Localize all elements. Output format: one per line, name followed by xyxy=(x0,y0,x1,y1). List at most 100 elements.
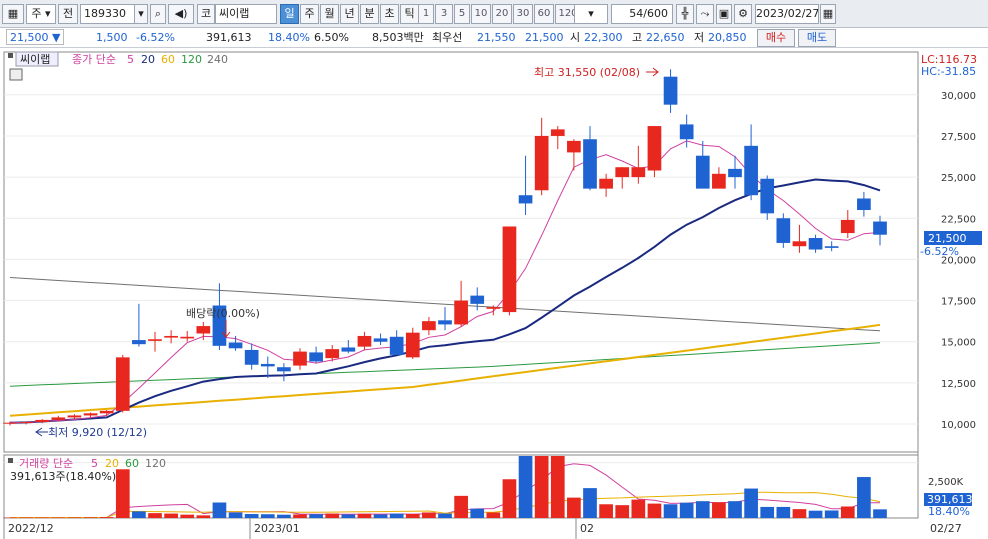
price-panel-frame xyxy=(3,51,919,453)
volume-bar xyxy=(212,502,227,518)
candle-body xyxy=(148,339,162,341)
interval-tab-4[interactable]: 20 xyxy=(492,4,512,24)
candle-body xyxy=(567,140,581,153)
candle-body xyxy=(679,124,694,140)
sell-button[interactable]: 매도 xyxy=(798,29,836,47)
price-box: 21,500 ▼ xyxy=(6,29,65,45)
y-tick-label: 17,500 xyxy=(941,297,976,308)
gear-icon[interactable]: ⚙ xyxy=(734,4,752,24)
volume-bar xyxy=(405,514,420,518)
toolbar: ▦ 주 ▾ 전 189330 ▾ ⌕ ◀) 코 씨이랩 일주월년분초틱 1351… xyxy=(0,0,988,28)
candle-body xyxy=(712,173,726,189)
stock-name: 씨이랩 xyxy=(219,7,250,20)
volume-bar xyxy=(196,515,211,518)
current-pct-tag: -6.52% xyxy=(920,245,959,258)
legend-ma5: 5 xyxy=(127,53,134,66)
line-chart-icon[interactable]: ⤳ xyxy=(696,4,714,24)
high-value: 22,650 xyxy=(646,31,685,44)
calendar-icon[interactable]: ▦ xyxy=(820,4,836,24)
candle-body xyxy=(663,76,678,105)
candle-body xyxy=(180,336,195,339)
speaker-icon[interactable]: ◀) xyxy=(168,4,194,24)
prev-button[interactable]: 전 xyxy=(58,4,78,24)
interval-tab-3[interactable]: 10 xyxy=(471,4,491,24)
volume-bar xyxy=(438,513,452,518)
date-field[interactable]: 2023/02/27 xyxy=(755,4,819,24)
best-label: 최우선 xyxy=(432,31,463,44)
x-axis-label: 2023/01 xyxy=(254,522,300,535)
search-icon[interactable]: ⌕ xyxy=(150,4,166,24)
volume-bar xyxy=(857,477,871,518)
buy-button[interactable]: 매수 xyxy=(757,29,795,47)
candle-body xyxy=(373,338,388,342)
period-tab-6[interactable]: 틱 xyxy=(400,4,419,24)
candle-body xyxy=(260,363,275,367)
code-input[interactable]: 189330 xyxy=(80,4,136,24)
save-icon[interactable]: ▣ xyxy=(716,4,732,24)
volume-bar xyxy=(679,502,694,518)
volume-bar xyxy=(712,502,726,518)
y-tick-label: 15,000 xyxy=(941,338,976,349)
candle-body xyxy=(35,419,50,423)
market-prefix: 코 xyxy=(197,4,215,24)
candle-body xyxy=(728,168,742,178)
interval-tab-0[interactable]: 1 xyxy=(418,4,434,24)
interval-tab-5[interactable]: 30 xyxy=(513,4,533,24)
volume-bar xyxy=(567,497,581,518)
volume-bar xyxy=(470,508,485,518)
market-select[interactable]: 주 ▾ xyxy=(26,4,56,24)
candle-body xyxy=(470,295,485,304)
candle-body xyxy=(518,195,533,204)
vol-legend-ma120: 120 xyxy=(145,457,166,470)
volume-bar xyxy=(309,514,323,518)
candle-body xyxy=(196,326,211,334)
legend-ma120: 120 xyxy=(181,53,202,66)
menu-grid-icon[interactable]: ▦ xyxy=(2,4,24,24)
volume-marker-icon xyxy=(8,458,13,463)
table-grid-icon[interactable] xyxy=(9,68,23,81)
x-axis-label: 2022/12 xyxy=(8,522,54,535)
period-tab-1[interactable]: 주 xyxy=(300,4,319,24)
candle-body xyxy=(857,198,871,211)
volume-bar xyxy=(792,509,807,518)
y-tick-label: 12,500 xyxy=(941,379,976,390)
amount-value: 8,503백만 xyxy=(372,31,424,44)
price-chart[interactable]: 10,00012,50015,00017,50020,00022,50025,0… xyxy=(0,48,988,539)
candle-body xyxy=(631,167,646,178)
low-label: 저 xyxy=(694,31,705,44)
count-field[interactable]: 54/600 xyxy=(611,4,673,24)
low-annotation: 최저 9,920 (12/12) xyxy=(48,426,147,439)
period-tab-4[interactable]: 분 xyxy=(360,4,379,24)
volume-value-text: 391,613주(18.40%) xyxy=(10,470,116,483)
candle-body xyxy=(647,126,662,171)
vol-legend-ma5: 5 xyxy=(91,457,98,470)
interval-tab-6[interactable]: 60 xyxy=(534,4,554,24)
volume-bar xyxy=(83,517,98,518)
candle-body xyxy=(808,238,823,250)
y-tick-label: 30,000 xyxy=(941,91,976,102)
volume-bar xyxy=(728,501,742,518)
candle-body xyxy=(599,178,613,189)
interval-tab-1[interactable]: 3 xyxy=(435,4,453,24)
period-tab-3[interactable]: 년 xyxy=(340,4,359,24)
turnover-pct: 6.50% xyxy=(314,31,349,44)
candle-body xyxy=(164,335,178,338)
volume-bar xyxy=(454,495,468,518)
period-tab-2[interactable]: 월 xyxy=(320,4,339,24)
volume-bar xyxy=(744,488,758,518)
candle-body xyxy=(228,342,243,349)
period-tab-5[interactable]: 초 xyxy=(380,4,399,24)
volume-bar xyxy=(99,517,114,518)
interval-tab-2[interactable]: 5 xyxy=(454,4,470,24)
stock-label: 씨이랩 xyxy=(20,53,50,66)
best-bid: 21,500 xyxy=(525,31,564,44)
code-dropdown-icon[interactable]: ▾ xyxy=(134,4,148,24)
change-value: 1,500 xyxy=(96,31,128,44)
volume-bar xyxy=(760,506,775,518)
interval-dropdown[interactable]: ▾ xyxy=(574,4,608,24)
candle-body xyxy=(309,352,323,362)
volume-bar xyxy=(180,514,195,518)
stock-name-field[interactable]: 씨이랩 xyxy=(215,4,277,24)
period-tab-0[interactable]: 일 xyxy=(280,4,299,24)
candle-type-icon[interactable]: ╬ xyxy=(676,4,694,24)
